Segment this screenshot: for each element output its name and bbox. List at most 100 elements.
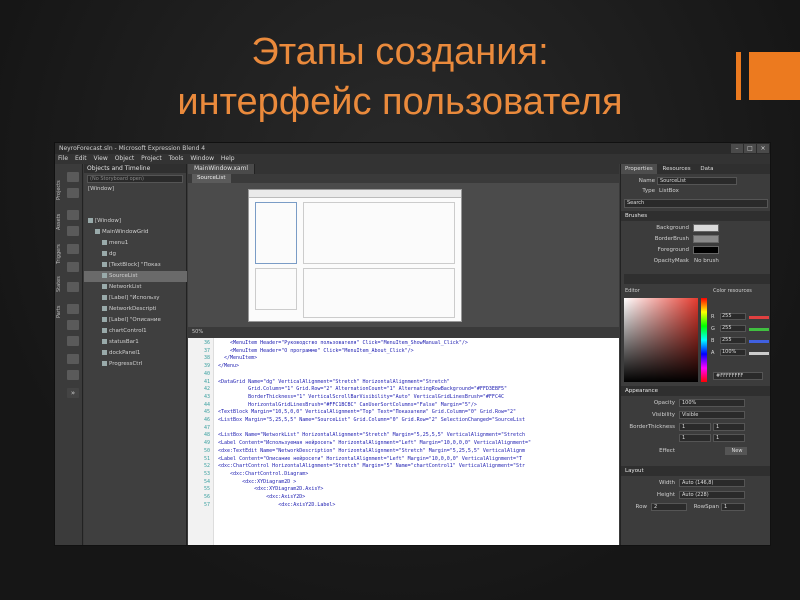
channel-value[interactable]: 255 <box>720 325 746 332</box>
tab-mainwindow-xaml[interactable]: MainWindow.xaml <box>188 164 256 174</box>
row-field[interactable]: 2 <box>651 503 687 511</box>
zoom-tool-icon[interactable] <box>67 210 79 220</box>
menu-tools[interactable]: Tools <box>169 155 184 162</box>
color-channel-row[interactable]: R 255 <box>711 312 770 322</box>
color-channel-row[interactable]: B 255 <box>711 336 770 346</box>
brush-swatch[interactable] <box>693 246 719 254</box>
expand-chevron-icon[interactable]: » <box>67 388 79 398</box>
brush-row[interactable]: Foreground <box>621 245 770 255</box>
tab-assets[interactable]: Assets <box>56 204 65 230</box>
xaml-editor[interactable]: 36 <MenuItem Header="Руководство пользов… <box>188 338 619 545</box>
code-text: <dxc:ChartControl.Diagram> <box>218 470 309 477</box>
tree-node[interactable]: ProgressCtrl <box>84 359 187 370</box>
storyboard-selector[interactable]: (No Storyboard open) <box>87 175 183 183</box>
eyedropper-tool-icon[interactable] <box>67 282 79 292</box>
tree-node[interactable]: chartControl1 <box>84 326 187 337</box>
channel-value[interactable]: 255 <box>720 313 746 320</box>
breadcrumb-item[interactable]: SourceList <box>192 174 231 183</box>
layout-tool-icon[interactable] <box>67 320 79 330</box>
tab-properties[interactable]: Properties <box>621 164 657 174</box>
hue-slider[interactable] <box>701 298 707 382</box>
tree-node[interactable]: MainWindowGrid <box>84 227 187 238</box>
color-channel-row[interactable]: A 100% <box>711 348 770 358</box>
brush-row[interactable]: BorderBrush <box>621 234 770 244</box>
zoom-level[interactable]: 50% <box>192 329 203 335</box>
pen-tool-icon[interactable] <box>67 226 79 236</box>
channel-slider[interactable] <box>749 328 769 331</box>
tab-parts[interactable]: Parts <box>56 296 65 318</box>
tree-node[interactable]: [Label] "Использу <box>84 293 187 304</box>
close-button[interactable]: × <box>757 144 769 153</box>
color-picker-area[interactable] <box>624 298 698 382</box>
visibility-select[interactable]: Visible <box>679 411 745 419</box>
control-tool-icon[interactable] <box>67 354 79 364</box>
datagrid-preview[interactable] <box>303 202 455 264</box>
row-label: Row <box>635 504 647 510</box>
networklist-preview[interactable] <box>255 268 297 310</box>
artboard[interactable] <box>248 189 462 322</box>
tree-node[interactable]: statusBar1 <box>84 337 187 348</box>
border-left-field[interactable]: 1 <box>679 423 711 431</box>
properties-search[interactable]: Search <box>624 199 768 208</box>
brushes-section[interactable]: Brushes <box>621 211 770 221</box>
direct-selection-tool-icon[interactable] <box>67 188 79 198</box>
menu-object[interactable]: Object <box>115 155 135 162</box>
brush-swatch[interactable] <box>693 235 719 243</box>
tree-node[interactable]: dockPanel1 <box>84 348 187 359</box>
brush-tool-icon[interactable] <box>67 262 79 272</box>
pan-tool-icon[interactable] <box>67 244 79 254</box>
design-surface[interactable] <box>188 183 619 327</box>
maximize-button[interactable]: □ <box>744 144 756 153</box>
border-top-field[interactable]: 1 <box>713 423 745 431</box>
channel-value[interactable]: 100% <box>720 349 746 356</box>
appearance-section[interactable]: Appearance <box>621 386 770 396</box>
channel-slider[interactable] <box>749 340 769 343</box>
text-tool-icon[interactable] <box>67 336 79 346</box>
line-number: 52 <box>203 463 210 470</box>
rowspan-field[interactable]: 1 <box>721 503 745 511</box>
color-channel-row[interactable]: G 255 <box>711 324 770 334</box>
menu-file[interactable]: File <box>58 155 68 162</box>
width-field[interactable]: Auto (146,8) <box>679 479 745 487</box>
layout-section[interactable]: Layout <box>621 466 770 476</box>
brush-row[interactable]: Background <box>621 223 770 233</box>
channel-slider[interactable] <box>749 316 769 319</box>
tree-node[interactable]: dg <box>84 249 187 260</box>
tree-node[interactable]: SourceList <box>84 271 187 282</box>
hex-color-field[interactable]: #FFFFFFFF <box>713 372 763 380</box>
brush-row[interactable]: OpacityMask No brush <box>621 256 770 266</box>
menu-window[interactable]: Window <box>190 155 214 162</box>
height-field[interactable]: Auto (228) <box>679 491 745 499</box>
tree-node[interactable]: NetworkList <box>84 282 187 293</box>
tab-triggers[interactable]: Triggers <box>56 234 65 264</box>
channel-value[interactable]: 255 <box>720 337 746 344</box>
rectangle-tool-icon[interactable] <box>67 304 79 314</box>
selection-tool-icon[interactable] <box>67 172 79 182</box>
tree-node[interactable]: [Label] "Описание <box>84 315 187 326</box>
menu-view[interactable]: View <box>94 155 108 162</box>
name-field[interactable]: SourceList <box>657 177 737 185</box>
tree-node[interactable]: [Window] <box>84 216 187 227</box>
menu-help[interactable]: Help <box>221 155 235 162</box>
tab-projects[interactable]: Projects <box>56 170 65 200</box>
border-bottom-field[interactable]: 1 <box>713 434 745 442</box>
menu-edit[interactable]: Edit <box>75 155 87 162</box>
brush-type-tabs[interactable] <box>624 274 770 284</box>
assets-tool-icon[interactable] <box>67 370 79 380</box>
tree-node[interactable]: NetworkDescripti <box>84 304 187 315</box>
tab-data[interactable]: Data <box>696 164 717 174</box>
sourcelist-preview[interactable] <box>255 202 297 264</box>
opacity-field[interactable]: 100% <box>679 399 745 407</box>
color-resources-label[interactable]: Color resources <box>713 288 752 294</box>
border-right-field[interactable]: 1 <box>679 434 711 442</box>
new-effect-button[interactable]: New <box>725 447 747 455</box>
brush-swatch[interactable] <box>693 224 719 232</box>
minimize-button[interactable]: – <box>731 144 743 153</box>
tab-resources[interactable]: Resources <box>659 164 695 174</box>
menu-project[interactable]: Project <box>141 155 162 162</box>
tab-states[interactable]: States <box>56 268 65 292</box>
chart-preview[interactable] <box>303 268 455 318</box>
tree-node[interactable]: [TextBlock] "Показ <box>84 260 187 271</box>
channel-slider[interactable] <box>749 352 769 355</box>
tree-node[interactable]: menu1 <box>84 238 187 249</box>
